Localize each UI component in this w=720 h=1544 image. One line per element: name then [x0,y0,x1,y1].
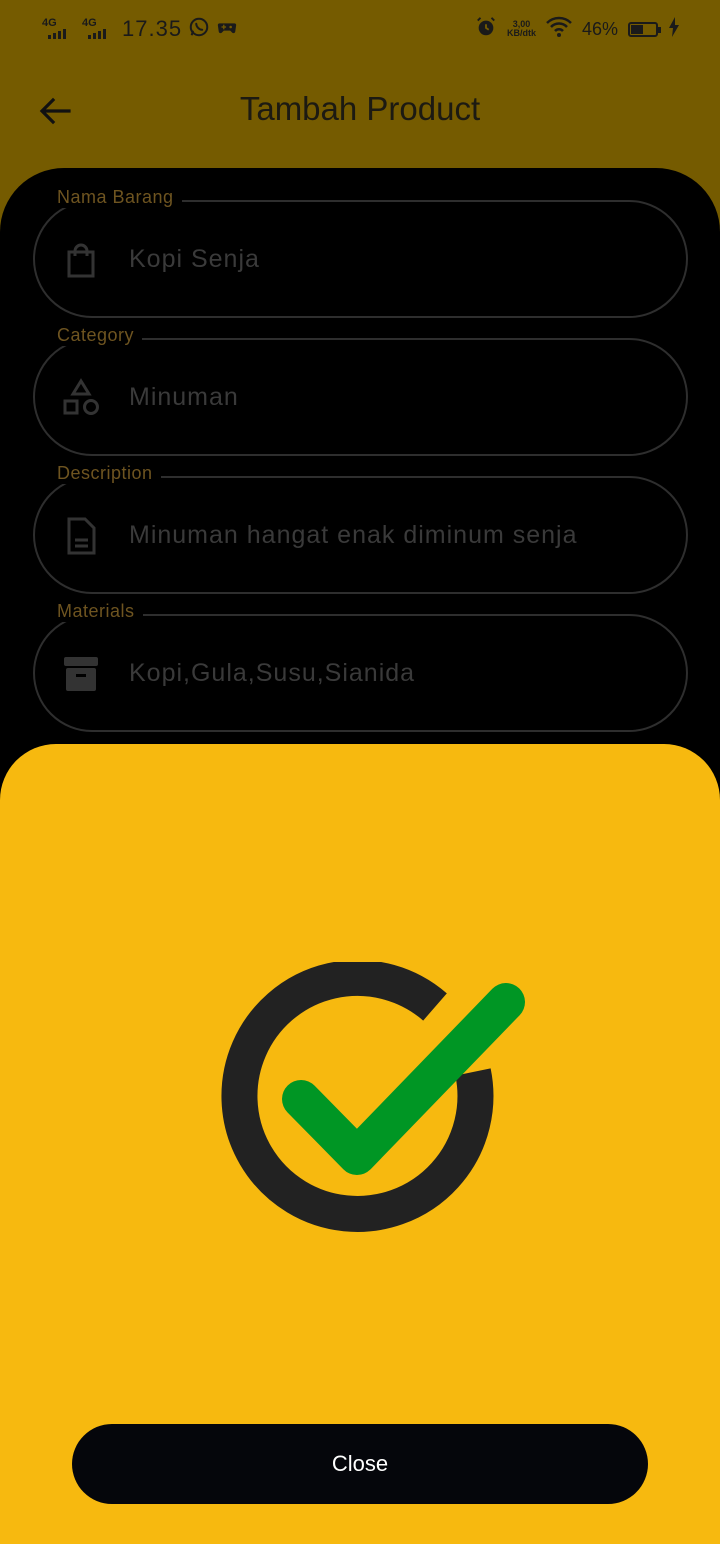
battery-icon [628,21,661,37]
category-shapes-icon [61,378,101,418]
signal-icon: 4G [40,17,74,41]
archive-box-icon [61,654,101,694]
network-type-label: 4G [42,17,57,29]
clock: 17.35 [122,16,183,41]
nama-barang-input[interactable] [129,236,649,282]
whatsapp-icon [188,16,210,43]
success-check-icon [215,960,525,1242]
app-bar: Tambah Product [0,70,720,154]
field-description: Description [33,463,688,594]
status-bar: 4G 4G 17.35 3,00 KB/dtk 46% [0,0,720,56]
field-label: Description [49,463,161,484]
wifi-icon [546,16,572,43]
field-label: Materials [49,601,143,622]
page-title: Tambah Product [239,90,481,127]
alarm-icon [475,16,497,43]
network-type-label: 4G [82,17,97,29]
document-icon [61,516,101,556]
materials-input[interactable] [129,650,649,696]
category-input[interactable] [129,374,649,420]
charging-icon [668,16,680,42]
field-materials: Materials [33,601,688,732]
battery-percent: 46% [581,18,618,39]
network-speed-unit: KB/dtk [506,28,536,38]
game-controller-icon [216,16,238,43]
shopping-bag-icon [61,240,101,280]
field-category: Category [33,325,688,456]
field-label: Category [49,325,143,346]
field-label: Nama Barang [49,187,182,208]
field-nama-barang: Nama Barang [33,187,688,318]
success-bottom-sheet: Close [0,744,720,1544]
signal-icon: 4G [80,17,114,41]
description-input[interactable] [129,512,649,558]
status-right: 3,00 KB/dtk 46% [475,14,680,44]
status-left: 4G 4G 17.35 [40,14,238,44]
battery-level [631,24,643,34]
network-speed: 3,00 KB/dtk [507,20,536,38]
close-button[interactable]: Close [72,1424,648,1504]
